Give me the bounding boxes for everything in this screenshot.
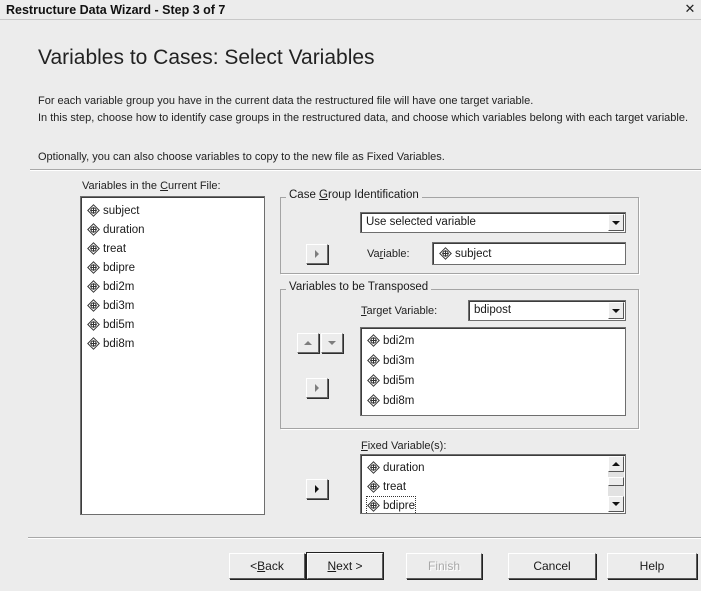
scroll-down-button[interactable] [608, 496, 624, 512]
list-item[interactable]: bdi2m [87, 278, 134, 295]
chevron-down-icon[interactable] [608, 214, 624, 231]
list-item[interactable]: treat [367, 478, 406, 495]
page-title: Variables to Cases: Select Variables [38, 46, 375, 69]
list-item[interactable]: bdipre [87, 259, 135, 276]
target-variable-value: bdipost [474, 304, 512, 316]
back-button[interactable]: < Back [229, 553, 305, 579]
help-button[interactable]: Help [607, 553, 697, 579]
scale-variable-icon [367, 354, 380, 367]
intro-text-1: For each variable group you have in the … [38, 95, 534, 107]
scale-variable-icon [87, 261, 100, 274]
arrow-right-icon [313, 384, 321, 392]
title-bar: Restructure Data Wizard - Step 3 of 7 ✕ [0, 0, 701, 20]
arrow-right-icon [313, 250, 321, 258]
move-case-id-variable-button[interactable] [306, 244, 328, 264]
finish-button[interactable]: Finish [406, 553, 482, 579]
intro-text-3: Optionally, you can also choose variable… [38, 151, 445, 163]
window-title: Restructure Data Wizard - Step 3 of 7 [6, 3, 226, 17]
list-item[interactable]: bdi3m [87, 297, 134, 314]
scale-variable-icon [367, 461, 380, 474]
scale-variable-icon [367, 334, 380, 347]
move-down-button[interactable] [321, 333, 343, 353]
arrow-right-icon [313, 485, 321, 493]
fixed-variables-label: Fixed Variable(s): [361, 440, 447, 452]
intro-text-2: In this step, choose how to identify cas… [38, 112, 688, 124]
target-variable-select[interactable]: bdipost [468, 300, 626, 321]
case-group-variable-field[interactable]: subject [432, 242, 626, 265]
fixed-variables-scrollbar[interactable] [608, 456, 624, 512]
footer-separator [28, 537, 701, 539]
next-button[interactable]: Next > [306, 552, 384, 580]
cancel-button[interactable]: Cancel [508, 553, 596, 579]
move-to-fixed-button[interactable] [306, 479, 328, 499]
list-item[interactable]: bdi8m [87, 335, 134, 352]
list-item[interactable]: bdi5m [87, 316, 134, 333]
scale-variable-icon [87, 280, 100, 293]
scale-variable-icon [367, 499, 380, 512]
arrow-down-icon [328, 339, 336, 347]
list-item[interactable]: subject [87, 202, 139, 219]
list-item[interactable]: duration [87, 221, 145, 238]
scale-variable-icon [87, 337, 100, 350]
list-item[interactable]: bdi8m [367, 392, 414, 409]
scale-variable-icon [367, 394, 380, 407]
scale-variable-icon [87, 318, 100, 331]
scale-variable-icon [87, 299, 100, 312]
arrow-up-icon [304, 339, 312, 347]
fixed-variables-list[interactable]: duration treat bdipre [360, 454, 626, 514]
scale-variable-icon [439, 247, 452, 260]
close-icon[interactable]: ✕ [682, 2, 698, 17]
chevron-down-icon[interactable] [608, 302, 624, 319]
variables-to-be-transposed-title: Variables to be Transposed [286, 281, 432, 293]
case-group-identification-title: Case Group Identification [286, 189, 422, 201]
case-group-variable-label: Variable: [367, 248, 410, 260]
arrow-up-icon [612, 460, 620, 468]
scale-variable-icon [87, 223, 100, 236]
scale-variable-icon [87, 204, 100, 217]
scroll-up-button[interactable] [608, 456, 624, 472]
header-separator [30, 169, 701, 171]
list-item[interactable]: duration [367, 459, 425, 476]
move-up-button[interactable] [297, 333, 319, 353]
current-variables-list[interactable]: subject duration treat bdipre bdi2m bdi3… [80, 196, 265, 515]
scale-variable-icon [367, 480, 380, 493]
list-item[interactable]: bdi5m [367, 372, 414, 389]
list-item[interactable]: bdipre [366, 496, 416, 513]
case-group-method-select[interactable]: Use selected variable [360, 212, 626, 233]
target-variable-label: Target Variable: [361, 305, 438, 317]
list-item[interactable]: bdi3m [367, 352, 414, 369]
arrow-down-icon [612, 500, 620, 508]
scroll-thumb[interactable] [608, 477, 624, 486]
scale-variable-icon [367, 374, 380, 387]
case-group-method-value: Use selected variable [366, 216, 476, 228]
scale-variable-icon [87, 242, 100, 255]
current-variables-label: Variables in the Current File: [82, 180, 221, 192]
move-to-transposed-button[interactable] [306, 378, 328, 398]
list-item[interactable]: bdi2m [367, 332, 414, 349]
list-item[interactable]: treat [87, 240, 126, 257]
transposed-variables-list[interactable]: bdi2m bdi3m bdi5m bdi8m [360, 327, 626, 416]
